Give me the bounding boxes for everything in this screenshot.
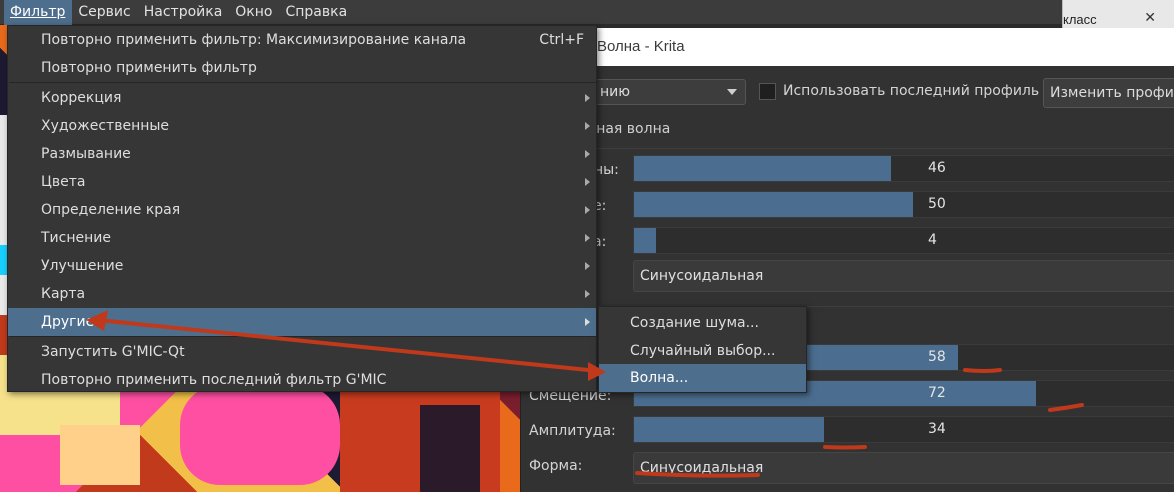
shortcut-label: Ctrl+F [539, 32, 584, 48]
chevron-right-icon [585, 234, 590, 242]
menu-divider [9, 82, 597, 83]
menu-item-other[interactable]: Другие [8, 308, 596, 336]
menu-window-label: Окно [235, 3, 273, 20]
slider-value: 58 [928, 349, 946, 365]
slider-value: 72 [928, 385, 946, 401]
menu-tools[interactable]: Сервис [72, 0, 137, 25]
menu-item-label: Размывание [41, 146, 131, 162]
menu-item-label: Повторно применить последний фильтр G'MI… [41, 372, 387, 388]
vertical-wavelength-slider[interactable]: 46 [633, 155, 1174, 182]
menu-item-emboss[interactable]: Тиснение [8, 224, 596, 252]
chevron-right-icon [585, 318, 590, 326]
menu-item-label: Цвета [41, 174, 86, 190]
close-icon[interactable]: ✕ [1144, 10, 1156, 26]
menu-item-label: Карта [41, 286, 86, 302]
menu-item-label: Коррекция [41, 90, 122, 106]
slider-fill [634, 228, 657, 253]
menu-settings-label: Настройка [143, 3, 223, 20]
use-last-profile-label: Использовать последний профиль [783, 83, 1040, 99]
menu-item-label: Определение края [41, 202, 181, 218]
horizontal-amplitude-slider[interactable]: 34 [633, 416, 1174, 443]
vertical-amplitude-slider[interactable]: 4 [633, 227, 1174, 254]
menu-item-label: Запустить G'MIC-Qt [41, 344, 185, 360]
menu-item-label: Создание шума... [630, 315, 759, 331]
chevron-down-icon [727, 89, 737, 95]
slider-value: 34 [928, 421, 946, 437]
chevron-right-icon [585, 178, 590, 186]
menu-item-gmic-reapply[interactable]: Повторно применить последний фильтр G'MI… [8, 366, 596, 394]
horizontal-shape-label: Форма: [529, 458, 583, 474]
submenu-item-random-pick[interactable]: Случайный выбор... [599, 337, 806, 365]
horizontal-shape-select[interactable]: Синусоидальная [633, 452, 1174, 484]
menu-item-blur[interactable]: Размывание [8, 140, 596, 168]
dialog-titlebar: Волна - Krita [521, 28, 1174, 66]
slider-value: 50 [928, 196, 946, 212]
wave-filter-dialog: Волна - Krita нию Использовать последний… [520, 28, 1174, 492]
menu-tools-label: Сервис [78, 3, 131, 20]
vertical-shift-slider[interactable]: 50 [633, 191, 1174, 218]
chevron-right-icon [585, 150, 590, 158]
menu-item-reapply-named[interactable]: Повторно применить фильтр: Максимизирова… [8, 26, 596, 54]
divider [521, 148, 1174, 149]
submenu-item-random-noise[interactable]: Создание шума... [599, 309, 806, 337]
menu-divider [9, 336, 597, 337]
menu-help[interactable]: Справка [279, 0, 354, 25]
horizontal-shape-value: Синусоидальная [640, 460, 764, 476]
submenu-item-wave[interactable]: Волна... [599, 364, 806, 392]
edit-profiles-label: Изменить профил [1050, 85, 1174, 101]
menu-item-map[interactable]: Карта [8, 280, 596, 308]
menu-item-adjust[interactable]: Коррекция [8, 84, 596, 112]
menu-item-gmic-start[interactable]: Запустить G'MIC-Qt [8, 338, 596, 366]
other-submenu: Создание шума... Случайный выбор... Волн… [598, 306, 807, 393]
menu-item-label: Случайный выбор... [630, 343, 776, 359]
tab-title: класс [1063, 12, 1097, 27]
menu-filter[interactable]: Фильтр [4, 0, 73, 25]
chevron-right-icon [585, 262, 590, 270]
chevron-right-icon [585, 206, 590, 214]
menu-item-artistic[interactable]: Художественные [8, 112, 596, 140]
menu-item-enhance[interactable]: Улучшение [8, 252, 596, 280]
menu-item-edge-detection[interactable]: Определение края [8, 196, 596, 224]
menu-item-colors[interactable]: Цвета [8, 168, 596, 196]
vertical-shape-value: Синусоидальная [640, 268, 764, 284]
menu-item-label: Волна... [630, 370, 689, 386]
slider-fill [634, 156, 891, 181]
menu-item-label: Повторно применить фильтр [41, 60, 257, 76]
vertical-shape-select[interactable]: Синусоидальная [633, 260, 1174, 292]
menu-item-label: Улучшение [41, 258, 124, 274]
menu-window[interactable]: Окно [229, 0, 279, 25]
menu-settings[interactable]: Настройка [138, 0, 230, 25]
menu-item-label: Тиснение [41, 230, 111, 246]
use-last-profile-checkbox[interactable] [759, 83, 776, 100]
chevron-right-icon [585, 122, 590, 130]
menubar: Фильтр Сервис Настройка Окно Справка [0, 0, 1062, 25]
profile-combo-value: нию [600, 84, 631, 100]
menu-item-label: Повторно применить фильтр: Максимизирова… [41, 32, 467, 48]
profile-combo[interactable]: нию [579, 79, 746, 105]
slider-fill [634, 192, 913, 217]
menu-item-label: Художественные [41, 118, 170, 134]
menu-help-label: Справка [285, 3, 348, 20]
horizontal-amplitude-label: Амплитуда: [529, 423, 616, 439]
edit-profiles-button[interactable]: Изменить профил [1043, 78, 1174, 108]
slider-value: 4 [928, 232, 937, 248]
slider-fill [634, 417, 824, 442]
chevron-right-icon [585, 94, 590, 102]
slider-value: 46 [928, 160, 946, 176]
chevron-right-icon [585, 290, 590, 298]
filter-menu: Повторно применить фильтр: Максимизирова… [7, 25, 597, 392]
dialog-title: Волна - Krita [597, 38, 685, 55]
menu-item-reapply[interactable]: Повторно применить фильтр [8, 54, 596, 82]
menu-filter-label: Фильтр [10, 3, 66, 20]
menu-item-label: Другие [41, 314, 95, 330]
